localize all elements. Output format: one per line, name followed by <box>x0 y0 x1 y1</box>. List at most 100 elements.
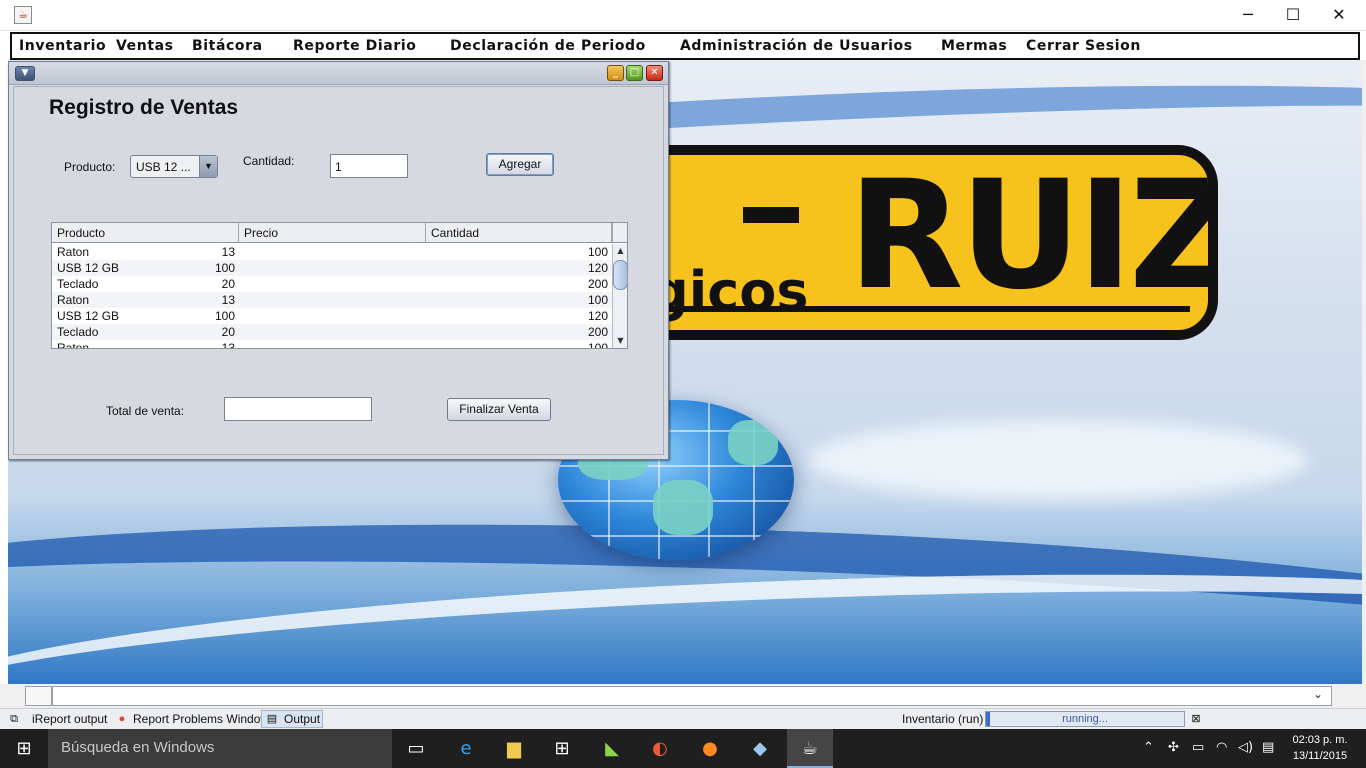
cell-cantidad: 100 <box>587 293 608 307</box>
file-explorer-icon[interactable]: ▆ <box>500 735 528 763</box>
column-header-cantidad[interactable]: Cantidad <box>426 223 612 243</box>
ccleaner-icon[interactable]: ◐ <box>646 735 674 763</box>
menu-mermas[interactable]: Mermas <box>941 38 1007 54</box>
java-icon: ☕ <box>14 6 32 24</box>
product-label: Producto: <box>64 160 116 174</box>
table-header: Producto Precio Cantidad <box>52 223 612 243</box>
tab-report-problems[interactable]: Report Problems Window <box>133 712 269 726</box>
table-row[interactable]: Raton 13 100 <box>52 340 612 349</box>
ventas-internal-frame: ▼ _ □ ✕ Registro de Ventas Producto: USB… <box>8 61 669 460</box>
java-icon[interactable]: ☕ <box>796 735 824 763</box>
quantity-input[interactable]: 1 <box>330 154 408 178</box>
menu-cerrar-sesion[interactable]: Cerrar Sesion <box>1026 38 1141 54</box>
frame-content: Registro de Ventas Producto: USB 12 ... … <box>13 86 664 455</box>
cell-producto: Raton <box>57 293 90 307</box>
cell-precio: 20 <box>221 325 235 339</box>
windows-start-icon[interactable]: ⊞ <box>0 729 48 768</box>
tab-ireport-output[interactable]: iReport output <box>32 712 107 726</box>
brand-logo: e ógicos RUIZ <box>593 145 1218 340</box>
run-progress-bar: running... <box>985 711 1185 727</box>
cell-producto: USB 12 GB <box>57 261 120 275</box>
menu-reporte-diario[interactable]: Reporte Diario <box>293 38 416 54</box>
cell-cantidad: 100 <box>587 245 608 259</box>
chevron-up-icon[interactable]: ⌃ <box>1143 740 1154 755</box>
error-icon: ● <box>118 713 126 725</box>
cell-cantidad: 200 <box>587 277 608 291</box>
clock-date: 13/11/2015 <box>1292 750 1348 762</box>
cell-producto: Raton <box>57 341 90 349</box>
menu-administracion-usuarios[interactable]: Administración de Usuarios <box>680 38 913 54</box>
firefox-icon[interactable]: ● <box>696 735 724 763</box>
table-row[interactable]: USB 12 GB 100 120 <box>52 308 612 324</box>
scroll-thumb[interactable] <box>613 260 627 290</box>
notifications-icon[interactable]: ▤ <box>1262 740 1274 755</box>
finish-sale-button[interactable]: Finalizar Venta <box>447 398 551 421</box>
netbeans-icon[interactable]: ◆ <box>746 735 774 763</box>
frame-close-button[interactable]: ✕ <box>646 65 663 81</box>
battery-icon[interactable]: ▭ <box>1192 740 1204 755</box>
background-light <box>808 420 1308 500</box>
table-row[interactable]: Raton 13 100 <box>52 292 612 308</box>
cell-producto: Raton <box>57 245 90 259</box>
quantity-label: Cantidad: <box>243 154 295 168</box>
menu-bitacora[interactable]: Bitácora <box>192 38 263 54</box>
cell-cantidad: 120 <box>587 261 608 275</box>
windows-taskbar: ⊞ Búsqueda en Windows ▭ e ▆ ⊞ ◣ ◐ ● ◆ ☕ … <box>0 729 1366 768</box>
product-select-value: USB 12 ... <box>136 160 191 174</box>
wifi-icon[interactable]: ◠ <box>1216 740 1227 755</box>
scroll-up-icon[interactable]: ▲ <box>613 244 627 258</box>
cell-cantidad: 120 <box>587 309 608 323</box>
total-input[interactable] <box>224 397 372 421</box>
logo-underline <box>603 306 1190 312</box>
frame-menu-button[interactable]: ▼ <box>15 66 35 81</box>
ide-statusbar: ⧉ iReport output ● Report Problems Windo… <box>0 708 1366 729</box>
chevron-down-icon[interactable]: ▼ <box>199 156 217 177</box>
cell-cantidad: 100 <box>587 341 608 349</box>
window-close-button[interactable]: ✕ <box>1316 0 1362 30</box>
task-view-icon[interactable]: ▭ <box>402 735 430 763</box>
restore-window-icon[interactable]: ⧉ <box>7 712 21 726</box>
table-row[interactable]: Raton 13 100 <box>52 244 612 260</box>
network-share-icon[interactable]: ✣ <box>1168 740 1179 755</box>
volume-icon[interactable]: ◁) <box>1238 740 1253 755</box>
taskbar-clock[interactable]: 02:03 p. m. 13/11/2015 <box>1288 732 1352 764</box>
taskbar-search-box[interactable]: Búsqueda en Windows <box>48 729 392 768</box>
window-titlebar: ☕ ─ ☐ ✕ <box>0 0 1366 31</box>
edge-browser-icon[interactable]: e <box>452 735 480 763</box>
output-input-field[interactable] <box>52 686 1332 706</box>
table-row[interactable]: USB 12 GB 100 120 <box>52 260 612 276</box>
tab-output[interactable]: Output <box>284 712 320 726</box>
cell-precio: 13 <box>221 245 235 259</box>
column-header-producto[interactable]: Producto <box>52 223 239 243</box>
cancel-icon[interactable]: ⊠ <box>1189 712 1203 726</box>
cell-precio: 20 <box>221 277 235 291</box>
window-minimize-button[interactable]: ─ <box>1225 0 1271 30</box>
store-icon[interactable]: ⊞ <box>548 735 576 763</box>
total-label: Total de venta: <box>106 404 185 418</box>
cell-producto: USB 12 GB <box>57 309 120 323</box>
table-scrollbar[interactable]: ▲ ▼ <box>612 244 627 348</box>
add-button[interactable]: Agregar <box>486 153 554 176</box>
cell-producto: Teclado <box>57 325 99 339</box>
frame-minimize-button[interactable]: _ <box>607 65 624 81</box>
frame-maximize-button[interactable]: □ <box>626 65 643 81</box>
window-maximize-button[interactable]: ☐ <box>1270 0 1316 30</box>
progress-fill <box>986 712 990 726</box>
scroll-down-icon[interactable]: ▼ <box>613 334 627 348</box>
product-select[interactable]: USB 12 ... ▼ <box>130 155 218 178</box>
menu-inventario[interactable]: Inventario <box>19 38 106 54</box>
table-header-corner <box>612 223 627 243</box>
output-icon: ▤ <box>266 713 278 725</box>
cell-cantidad: 200 <box>587 325 608 339</box>
table-row[interactable]: Teclado 20 200 <box>52 276 612 292</box>
sales-table: Producto Precio Cantidad Raton 13 100 US… <box>51 222 628 349</box>
chevron-down-icon[interactable]: ⌄ <box>1313 687 1323 701</box>
clock-time: 02:03 p. m. <box>1292 734 1348 746</box>
cell-precio: 100 <box>214 261 235 275</box>
menu-ventas[interactable]: Ventas <box>116 38 174 54</box>
menu-declaracion-periodo[interactable]: Declaración de Periodo <box>450 38 646 54</box>
column-header-precio[interactable]: Precio <box>239 223 426 243</box>
app-green-icon[interactable]: ◣ <box>598 735 626 763</box>
frame-titlebar[interactable]: ▼ _ □ ✕ <box>9 62 668 85</box>
table-row[interactable]: Teclado 20 200 <box>52 324 612 340</box>
